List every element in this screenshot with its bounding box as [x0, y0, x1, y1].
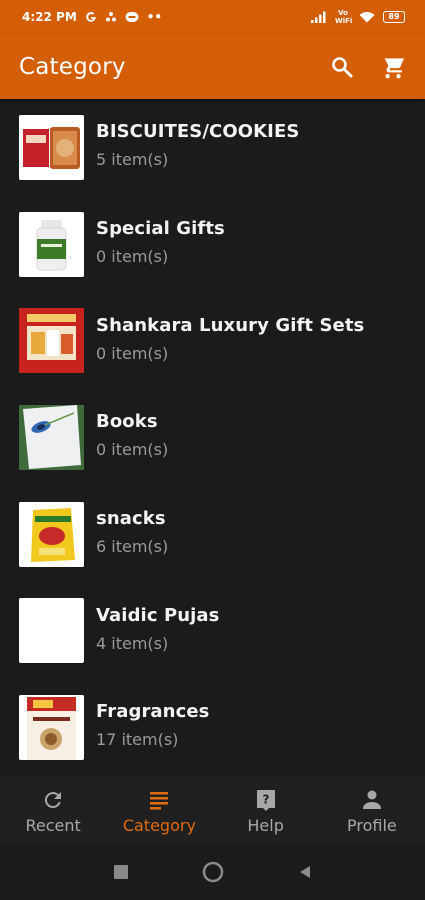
help-icon: ? — [254, 787, 278, 813]
category-item[interactable]: snacks 6 item(s) — [0, 486, 425, 583]
person-icon — [360, 787, 384, 813]
category-text: Special Gifts 0 item(s) — [96, 218, 225, 266]
status-right: Vo WiFi 89 — [311, 9, 405, 25]
page-title: Category — [19, 53, 126, 80]
category-list: BISCUITES/COOKIES 5 item(s) Special Gift… — [0, 99, 425, 777]
category-count: 5 item(s) — [96, 150, 169, 170]
category-name: Special Gifts — [96, 218, 225, 240]
google-icon — [85, 11, 97, 23]
category-item[interactable]: Fragrances 17 item(s) — [0, 679, 425, 776]
notification-icon — [105, 11, 117, 23]
nav-recent[interactable]: Recent — [0, 787, 106, 835]
refresh-icon — [41, 787, 65, 813]
snacks-thumbnail — [19, 501, 84, 567]
category-text: snacks 6 item(s) — [96, 508, 168, 556]
circle-icon — [202, 861, 223, 882]
nav-label: Category — [122, 815, 196, 835]
back-button[interactable] — [293, 860, 317, 884]
more-dots-icon: •• — [146, 10, 163, 24]
wifi-icon — [359, 11, 375, 23]
category-count: 6 item(s) — [96, 537, 169, 557]
cart-button[interactable] — [377, 52, 407, 82]
nav-help[interactable]: ? Help — [213, 787, 319, 835]
list-icon — [147, 787, 171, 813]
svg-text:?: ? — [262, 792, 269, 806]
battery-icon: 89 — [383, 11, 405, 23]
nav-category[interactable]: Category — [106, 787, 212, 835]
category-text: BISCUITES/COOKIES 5 item(s) — [96, 121, 299, 169]
status-left: 4:22 PM •• — [22, 10, 162, 24]
bottom-navigation: Recent Category ? Help Profile — [0, 777, 425, 843]
category-item[interactable]: Special Gifts 0 item(s) — [0, 196, 425, 293]
category-text: Vaidic Pujas 4 item(s) — [96, 605, 220, 653]
cart-icon — [380, 55, 404, 78]
category-count: 17 item(s) — [96, 730, 179, 750]
category-name: Shankara Luxury Gift Sets — [96, 314, 365, 336]
vowifi-label: Vo WiFi — [335, 9, 353, 25]
nav-label: Recent — [25, 815, 81, 835]
category-name: Fragrances — [96, 701, 210, 723]
category-item[interactable]: BISCUITES/COOKIES 5 item(s) — [0, 99, 425, 196]
recents-button[interactable] — [109, 860, 133, 884]
square-icon — [113, 864, 128, 879]
app-bar: Category — [0, 34, 425, 99]
category-text: Fragrances 17 item(s) — [96, 701, 209, 749]
category-count: 0 item(s) — [96, 440, 169, 460]
fragrances-thumbnail — [19, 694, 84, 760]
blank-thumbnail — [19, 598, 84, 664]
status-bar: 4:22 PM •• Vo WiFi 89 — [0, 0, 425, 34]
search-button[interactable] — [327, 52, 357, 82]
nav-profile[interactable]: Profile — [319, 787, 425, 835]
biscuits-thumbnail — [19, 114, 84, 180]
app-actions — [327, 52, 407, 82]
category-count: 4 item(s) — [96, 633, 169, 653]
search-icon — [332, 56, 353, 77]
category-name: Books — [96, 411, 158, 433]
books-thumbnail — [19, 404, 84, 470]
nav-label: Help — [247, 815, 284, 835]
category-count: 0 item(s) — [96, 343, 169, 363]
status-time: 4:22 PM — [22, 10, 77, 24]
category-name: Vaidic Pujas — [96, 604, 220, 626]
nav-label: Profile — [347, 815, 397, 835]
category-text: Shankara Luxury Gift Sets 0 item(s) — [96, 315, 364, 363]
home-button[interactable] — [201, 860, 225, 884]
category-text: Books 0 item(s) — [96, 411, 168, 459]
category-item[interactable]: Shankara Luxury Gift Sets 0 item(s) — [0, 292, 425, 389]
category-item[interactable]: Books 0 item(s) — [0, 389, 425, 486]
gift-set-thumbnail — [19, 308, 84, 374]
category-name: BISCUITES/COOKIES — [96, 121, 300, 143]
back-triangle-icon — [299, 865, 310, 878]
gifts-bottle-thumbnail — [19, 211, 84, 277]
category-count: 0 item(s) — [96, 247, 169, 267]
category-name: snacks — [96, 508, 166, 530]
battery-level: 89 — [388, 12, 400, 21]
system-navigation — [0, 843, 425, 900]
signal-icon — [311, 11, 327, 23]
tagged-icon — [125, 11, 139, 23]
category-item[interactable]: Vaidic Pujas 4 item(s) — [0, 582, 425, 679]
